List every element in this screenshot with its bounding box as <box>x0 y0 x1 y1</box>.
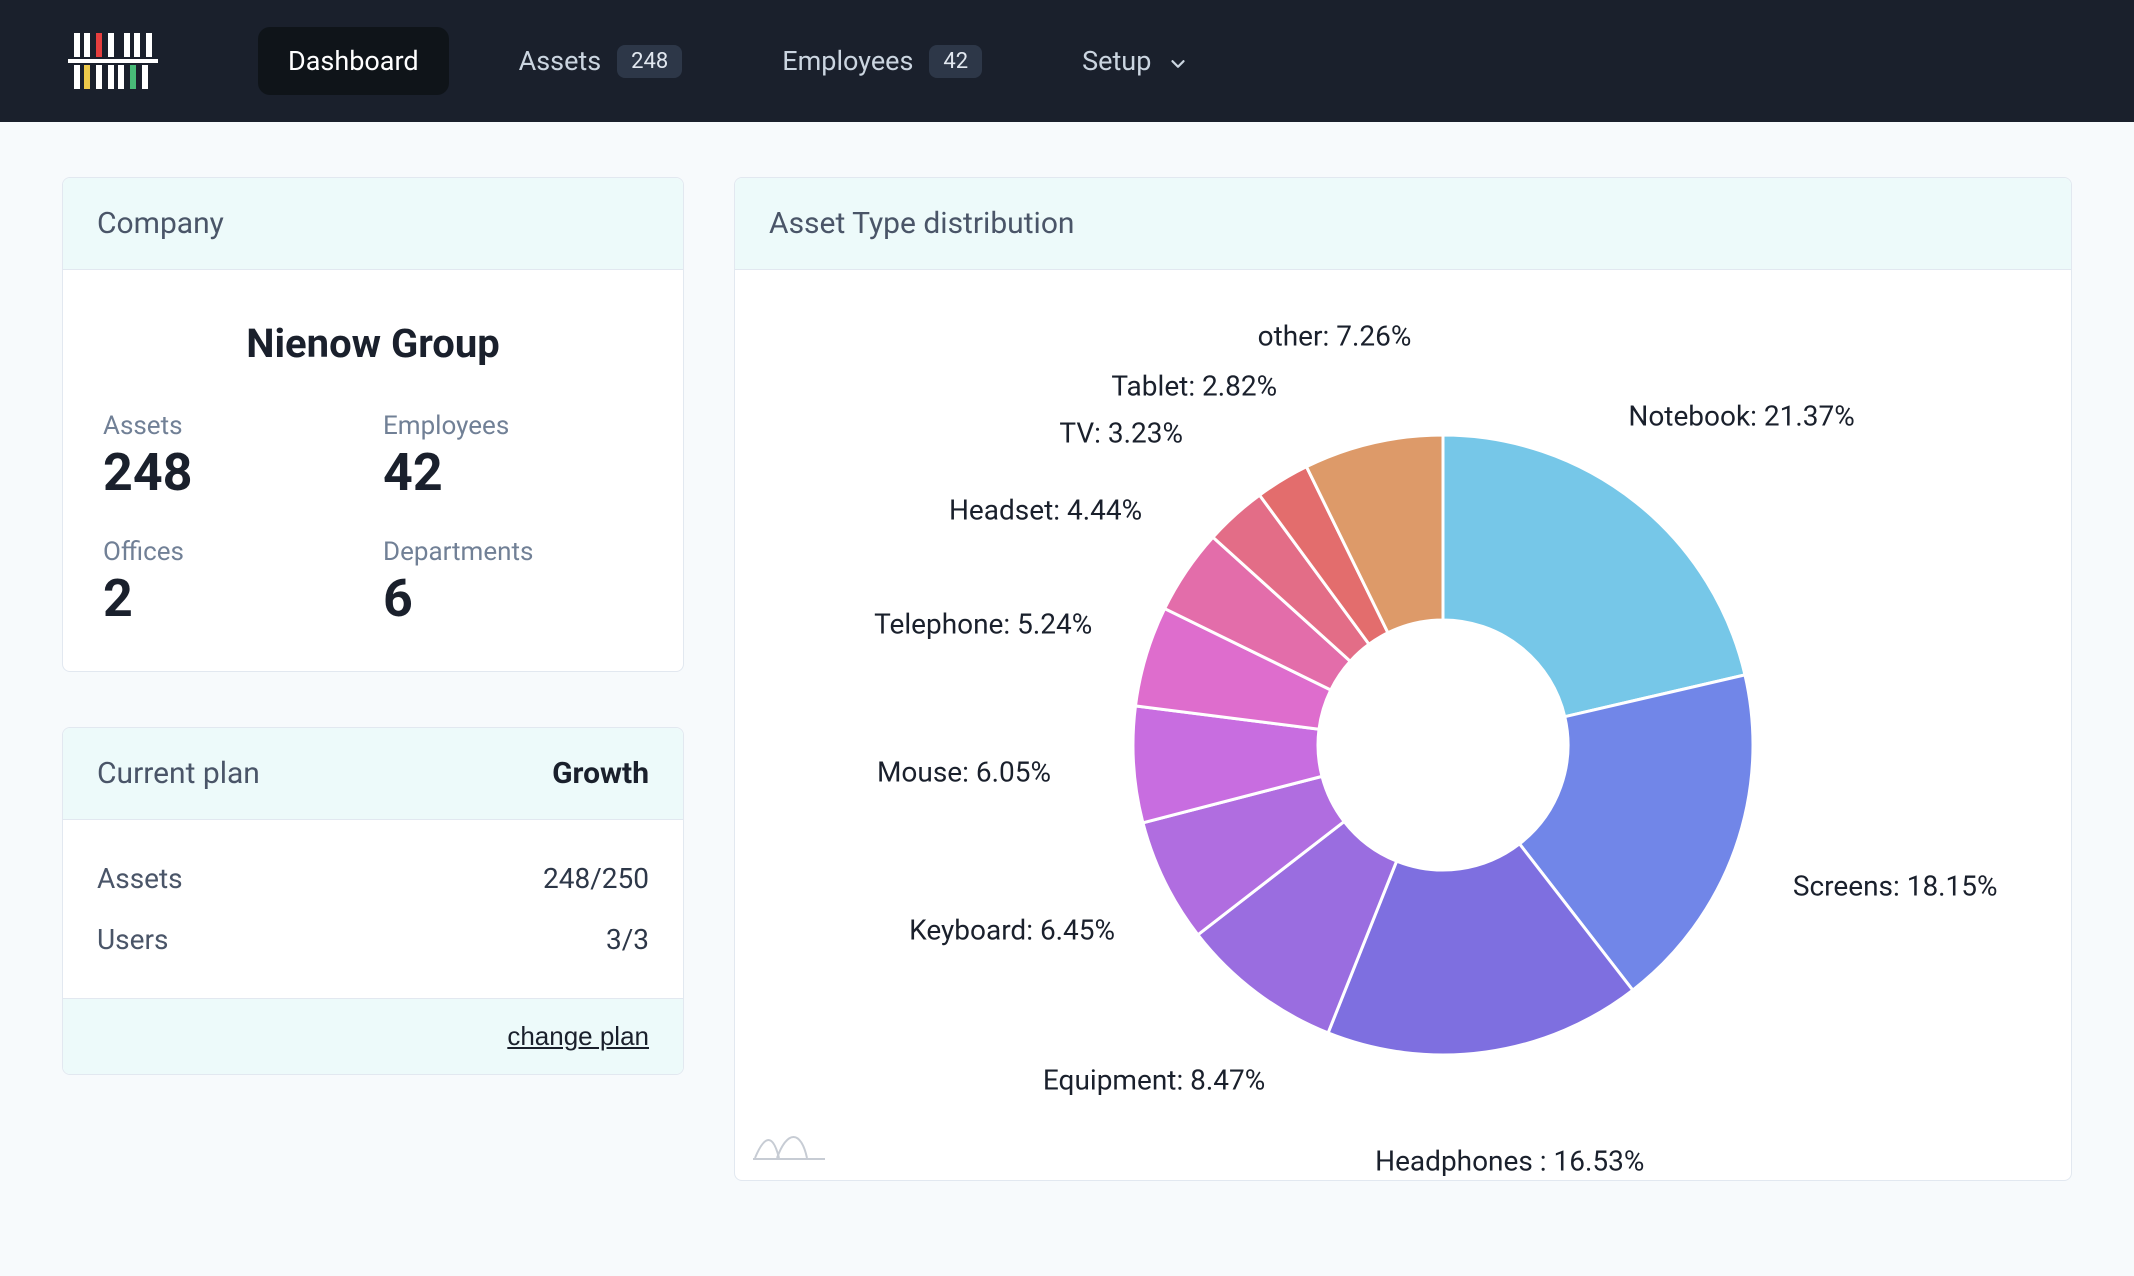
nav-employees-badge: 42 <box>929 45 982 78</box>
donut-label-equipment: Equipment: 8.47% <box>1043 1064 1265 1097</box>
donut-label-keyboard: Keyboard: 6.45% <box>909 914 1115 947</box>
nav-employees-label: Employees <box>782 45 913 77</box>
barcode-logo-icon <box>68 29 158 93</box>
amcharts-logo-icon <box>753 1128 825 1166</box>
plan-card: Current plan Growth Assets 248/250 Users… <box>62 727 684 1075</box>
donut-label-mouse: Mouse: 6.05% <box>877 755 1051 788</box>
company-card-title: Company <box>97 206 224 241</box>
stat-employees-value: 42 <box>383 447 643 499</box>
nav-setup-label: Setup <box>1082 45 1151 77</box>
company-name: Nienow Group <box>103 320 643 367</box>
donut-label-headphones: Headphones : 16.53% <box>1375 1144 1644 1177</box>
change-plan-link[interactable]: change plan <box>507 1021 649 1052</box>
plan-card-body: Assets 248/250 Users 3/3 <box>63 820 683 998</box>
plan-row-users: Users 3/3 <box>97 909 649 970</box>
donut-label-tv: TV: 3.23% <box>1059 417 1183 450</box>
chevron-down-icon <box>1167 50 1189 72</box>
nav-employees[interactable]: Employees 42 <box>752 27 1012 96</box>
nav-assets-badge: 248 <box>617 45 682 78</box>
nav-assets-label: Assets <box>519 45 602 77</box>
company-card-header: Company <box>63 178 683 270</box>
stat-offices-value: 2 <box>103 573 363 625</box>
nav-dashboard-label: Dashboard <box>288 45 419 77</box>
chart-card-header: Asset Type distribution <box>735 178 2071 270</box>
chart-card-title: Asset Type distribution <box>769 206 1075 241</box>
stat-departments-label: Departments <box>383 537 643 567</box>
stat-assets: Assets 248 <box>103 411 363 499</box>
plan-card-title: Current plan <box>97 756 260 791</box>
nav-assets[interactable]: Assets 248 <box>489 27 713 96</box>
stat-offices-label: Offices <box>103 537 363 567</box>
stat-assets-value: 248 <box>103 447 363 499</box>
nav-dashboard[interactable]: Dashboard <box>258 27 449 95</box>
stat-departments: Departments 6 <box>383 537 643 625</box>
plan-card-header: Current plan Growth <box>63 728 683 820</box>
plan-row-assets: Assets 248/250 <box>97 848 649 909</box>
stat-employees-label: Employees <box>383 411 643 441</box>
plan-row-users-label: Users <box>97 923 168 956</box>
plan-row-assets-label: Assets <box>97 862 183 895</box>
left-column: Company Nienow Group Assets 248 Employee… <box>62 177 684 1181</box>
chart-body: Notebook: 21.37% Screens: 18.15% Headphone… <box>735 270 2071 1180</box>
plan-row-users-value: 3/3 <box>606 923 649 956</box>
plan-row-assets-value: 248/250 <box>543 862 649 895</box>
stat-assets-label: Assets <box>103 411 363 441</box>
app-logo <box>68 29 158 93</box>
company-stat-grid: Assets 248 Employees 42 Offices 2 Depart… <box>103 411 643 625</box>
company-card: Company Nienow Group Assets 248 Employee… <box>62 177 684 672</box>
company-card-body: Nienow Group Assets 248 Employees 42 Off… <box>63 270 683 671</box>
stat-employees: Employees 42 <box>383 411 643 499</box>
nav-setup[interactable]: Setup <box>1052 27 1219 95</box>
donut-label-headset: Headset: 4.44% <box>949 493 1142 526</box>
page-content: Company Nienow Group Assets 248 Employee… <box>0 122 2134 1236</box>
stat-offices: Offices 2 <box>103 537 363 625</box>
donut-label-tablet: Tablet: 2.82% <box>1111 369 1277 402</box>
plan-card-footer: change plan <box>63 998 683 1074</box>
asset-type-chart-card: Asset Type distribution Notebook: 21.37%… <box>734 177 2072 1181</box>
donut-label-screens: Screens: 18.15% <box>1793 869 1998 902</box>
donut-chart <box>735 270 2071 1180</box>
donut-label-other: other: 7.26% <box>1258 319 1412 352</box>
donut-label-telephone: Telephone: 5.24% <box>874 608 1092 641</box>
donut-label-notebook: Notebook: 21.37% <box>1628 400 1854 433</box>
plan-card-plan-name: Growth <box>552 756 649 791</box>
stat-departments-value: 6 <box>383 573 643 625</box>
donut-slice-notebook[interactable] <box>1443 435 1745 717</box>
right-column: Asset Type distribution Notebook: 21.37%… <box>734 177 2072 1181</box>
top-nav: Dashboard Assets 248 Employees 42 Setup <box>0 0 2134 122</box>
